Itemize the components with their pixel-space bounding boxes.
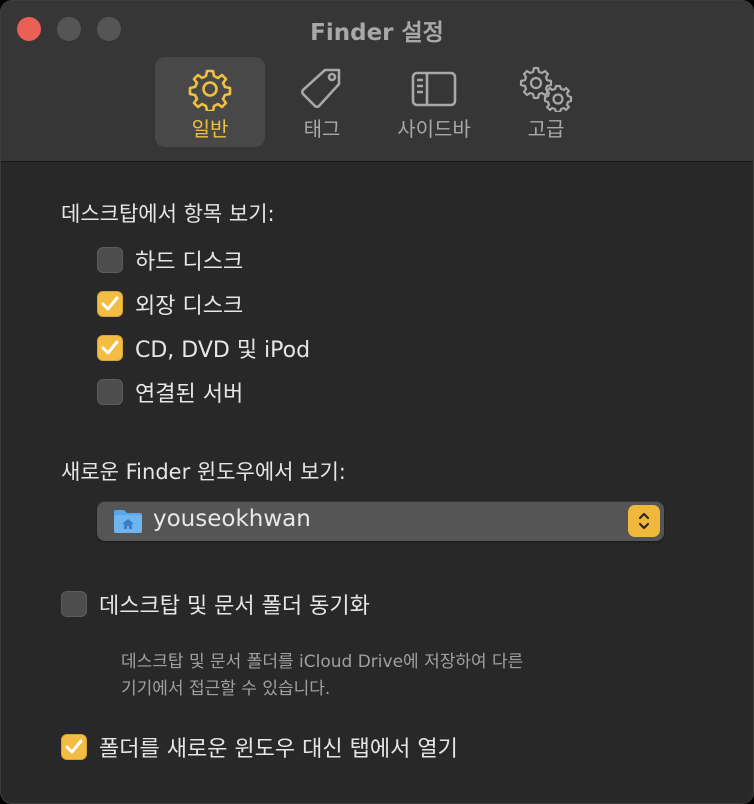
tab-sidebar[interactable]: 사이드바	[379, 57, 489, 147]
checkbox-cd-dvd-ipod[interactable]: CD, DVD 및 iPod	[97, 332, 310, 364]
tab-tags[interactable]: 태그	[267, 57, 377, 147]
checkbox-external-disks[interactable]: 외장 디스크	[97, 288, 243, 320]
toolbar: Finder 설정 일반 태그 사이드바 고급	[1, 1, 753, 162]
checkbox-connected-servers[interactable]: 연결된 서버	[97, 376, 243, 408]
checkbox-box[interactable]	[97, 335, 123, 361]
checkbox-box[interactable]	[97, 291, 123, 317]
gear-icon	[155, 65, 265, 113]
checkbox-label: 폴더를 새로운 윈도우 대신 탭에서 열기	[99, 737, 458, 762]
checkmark-icon	[101, 296, 119, 311]
tab-advanced[interactable]: 고급	[491, 57, 601, 147]
new-window-popup[interactable]: youseokhwan	[97, 501, 664, 541]
finder-settings-window: Finder 설정 일반 태그 사이드바 고급 데스크탑에서 항목 보기: 하드…	[0, 0, 754, 804]
checkbox-label: 외장 디스크	[135, 294, 244, 319]
checkmark-icon	[101, 340, 119, 355]
sync-note-line1: 데스크탑 및 문서 폴더를 iCloud Drive에 저장하여 다른	[121, 652, 524, 672]
tab-general[interactable]: 일반	[155, 57, 265, 147]
checkbox-hard-disks[interactable]: 하드 디스크	[97, 244, 243, 276]
window-title: Finder 설정	[310, 20, 444, 46]
checkbox-box[interactable]	[97, 379, 123, 405]
checkmark-icon	[65, 739, 83, 754]
home-folder-icon	[113, 508, 143, 538]
gears-icon	[491, 65, 601, 113]
checkbox-desktop-documents-sync[interactable]: 데스크탑 및 문서 폴더 동기화	[61, 588, 370, 620]
checkbox-label: 데스크탑 및 문서 폴더 동기화	[99, 594, 370, 619]
tag-icon	[267, 65, 377, 113]
popup-chevron-icon[interactable]	[628, 505, 660, 537]
checkbox-label: 연결된 서버	[135, 382, 244, 407]
checkbox-box[interactable]	[61, 734, 87, 760]
checkbox-open-in-tabs[interactable]: 폴더를 새로운 윈도우 대신 탭에서 열기	[61, 731, 458, 763]
checkbox-box[interactable]	[97, 247, 123, 273]
popup-value: youseokhwan	[153, 506, 311, 532]
tab-advanced-label: 고급	[527, 117, 565, 141]
tab-general-label: 일반	[191, 117, 229, 141]
checkbox-label: 하드 디스크	[135, 250, 244, 275]
checkbox-box[interactable]	[61, 591, 87, 617]
sidebar-icon	[379, 65, 489, 113]
tab-sidebar-label: 사이드바	[397, 117, 471, 141]
new-window-heading: 새로운 Finder 윈도우에서 보기:	[61, 460, 346, 484]
tab-tags-label: 태그	[303, 117, 341, 141]
checkbox-label: CD, DVD 및 iPod	[135, 338, 311, 363]
sync-note-line2: 기기에서 접근할 수 있습니다.	[121, 679, 331, 699]
desktop-items-heading: 데스크탑에서 항목 보기:	[61, 202, 275, 226]
